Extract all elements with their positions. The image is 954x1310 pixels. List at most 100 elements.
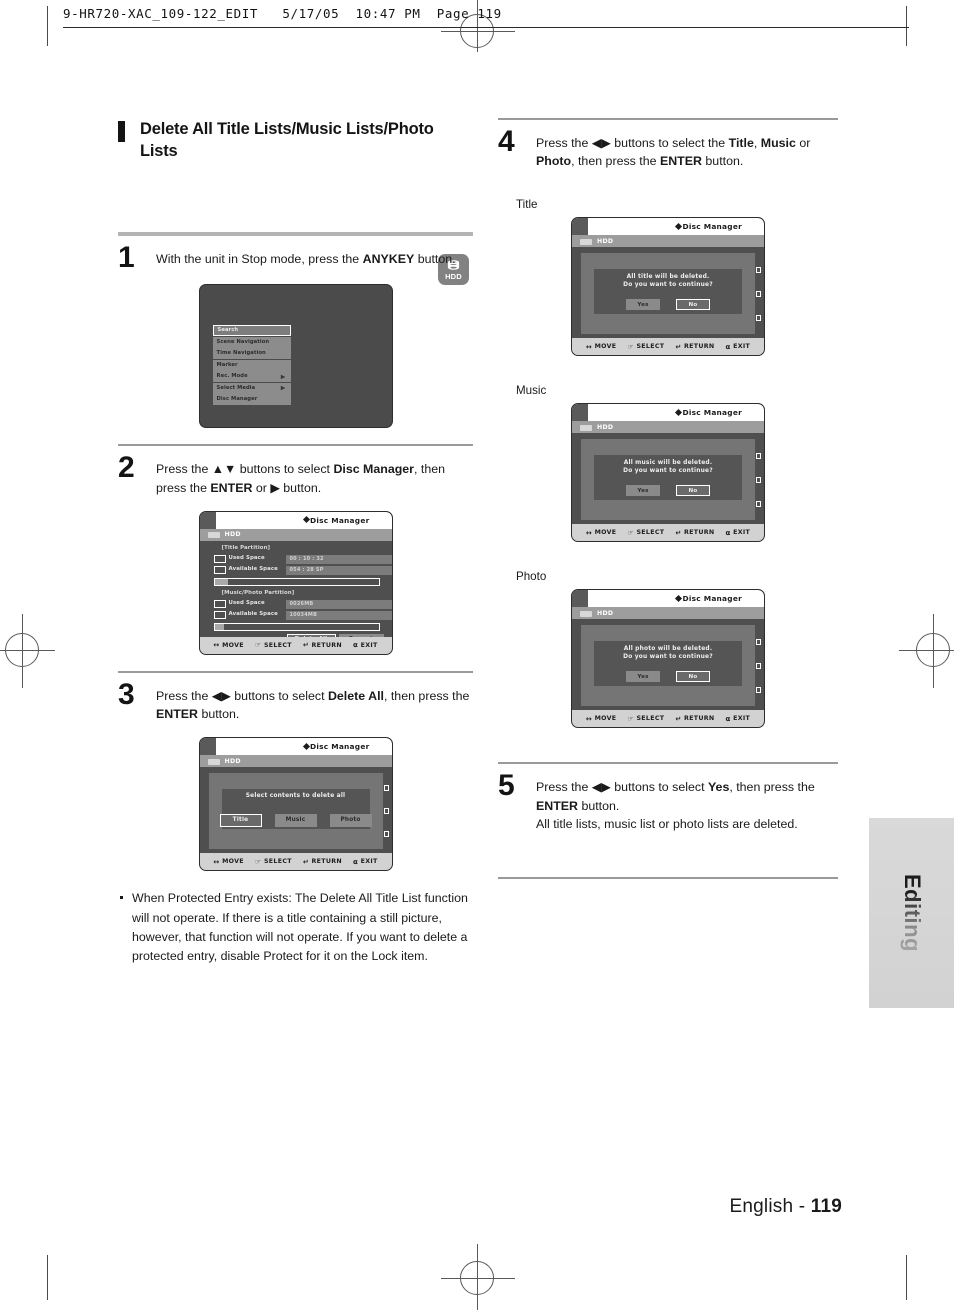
step-4-text-d: Music [760, 136, 796, 150]
osd-source-bar: HDD [199, 755, 392, 768]
step-3: 3 Press the ◀▶ buttons to select Delete … [118, 679, 473, 723]
confirm-photo-no-button[interactable]: No [676, 671, 710, 683]
disc-manager-screenshot: Disc Manager HDD [Title Partition] Used … [198, 510, 393, 655]
menu-item-marker-label: Marker [216, 361, 238, 368]
confirm-photo-dialog: All photo will be deleted. Do you want t… [594, 641, 742, 687]
exit-icon: ⍺ [353, 641, 359, 650]
section-heading: Delete All Title Lists/Music Lists/Photo… [118, 118, 473, 162]
osd-source-bar: HDD [572, 235, 764, 248]
media-available-space-label: Available Space [228, 611, 278, 618]
menu-item-rec-mode-label: Rec. Mode [216, 373, 248, 380]
step-3-number: 3 [118, 677, 135, 711]
footer-move: ↔ MOVE [213, 858, 244, 866]
confirm-photo-line1: All photo will be deleted. [623, 646, 713, 653]
select-contents-choices: Title Music Photo [219, 813, 372, 827]
scroll-tick [756, 453, 761, 460]
step-5: 5 Press the ◀▶ buttons to select Yes, th… [498, 771, 838, 833]
right-column: 4 Press the ◀▶ buttons to select the Tit… [498, 118, 838, 893]
menu-item-marker[interactable]: Marker [212, 359, 291, 371]
step-5-text: Press the ◀▶ buttons to select Yes, then… [536, 778, 838, 833]
step-4-number: 4 [498, 125, 515, 158]
media-partition-gauge [213, 622, 380, 631]
menu-item-disc-manager[interactable]: Disc Manager [212, 394, 291, 406]
diamond-icon [302, 516, 310, 524]
diamond-icon [674, 408, 683, 417]
choice-title-button[interactable]: Title [219, 813, 262, 827]
confirm-title-yes-button[interactable]: Yes [626, 299, 660, 311]
step-5-text-c: , then press the [729, 780, 815, 795]
footer-select-label: SELECT [636, 529, 665, 537]
confirm-music-no-label: No [688, 487, 698, 494]
footer-return-label: RETURN [311, 858, 342, 866]
return-icon: ↵ [675, 528, 682, 537]
crop-mark-top-right [906, 6, 907, 46]
menu-item-search[interactable]: Search [212, 325, 291, 337]
footer-exit: ⍺ EXIT [726, 715, 751, 723]
title-used-space-row: Used Space 00 : 10 : 32 [213, 554, 392, 564]
menu-item-time-navigation[interactable]: Time Navigation [212, 348, 291, 360]
confirm-photo-yes-button[interactable]: Yes [626, 671, 660, 683]
step-2: 2 Press the ▲▼ buttons to select Disc Ma… [118, 453, 473, 496]
legend-swatch-used [213, 599, 226, 608]
step-4: 4 Press the ◀▶ buttons to select the Tit… [498, 127, 838, 170]
confirm-music-no-button[interactable]: No [676, 485, 710, 497]
step-1-text-b: ANYKEY [362, 252, 415, 267]
select-icon: ☞ [627, 528, 634, 537]
footer-exit: ⍺ EXIT [353, 858, 378, 866]
media-available-space-value: 10034MB [285, 610, 392, 620]
footer-exit-label: EXIT [360, 858, 378, 866]
confirm-music-yes-button[interactable]: Yes [626, 485, 660, 497]
footer-return: ↵ RETURN [303, 858, 342, 866]
footer-exit-label: EXIT [733, 715, 751, 723]
disc-manager-body: [Title Partition] Used Space 00 : 10 : 3… [199, 540, 392, 645]
footer-move: ↔ MOVE [586, 715, 617, 723]
media-partition-heading: [Music/Photo Partition] [221, 589, 295, 596]
footer-exit: ⍺ EXIT [726, 529, 751, 537]
osd-title: Disc Manager [309, 742, 370, 752]
diamond-icon [302, 742, 310, 750]
choice-photo-button[interactable]: Photo [329, 813, 372, 827]
osd-titlebar: Disc Manager [199, 738, 392, 756]
print-header-text: 9-HR720-XAC_109-122_EDIT 5/17/05 10:47 P… [63, 6, 502, 21]
legend-swatch-available [213, 610, 226, 619]
scroll-tick [383, 831, 389, 838]
osd-source-bar: HDD [572, 421, 764, 434]
confirm-music-line1: All music will be deleted. [623, 460, 713, 467]
menu-item-rec-mode[interactable]: Rec. Mode ▶ [212, 371, 291, 383]
step-2-number: 2 [118, 451, 135, 485]
menu-item-search-label: Search [217, 327, 239, 334]
step-2-text: Press the ▲▼ buttons to select Disc Mana… [156, 460, 473, 496]
footer-move-label: MOVE [594, 715, 617, 723]
step-1-text-a: With the unit in Stop mode, press the [156, 252, 363, 267]
step-1-text-c: button. [414, 252, 456, 267]
scroll-tick [756, 477, 761, 484]
confirm-title-body: All title will be deleted. Do you want t… [572, 247, 764, 339]
media-available-space-row: Available Space 10034MB [213, 610, 392, 620]
title-partition-gauge [213, 577, 380, 586]
confirm-music-block: Music Disc Manager HDD All music will be… [498, 384, 838, 543]
menu-item-scene-navigation[interactable]: Scene Navigation [212, 336, 291, 348]
confirm-title-no-button[interactable]: No [676, 299, 710, 311]
osd-titlebar-notch [572, 590, 588, 608]
choice-music-button[interactable]: Music [274, 813, 317, 827]
osd-footer-bar: ↔ MOVE ☞ SELECT ↵ RETURN ⍺ EXIT [199, 636, 392, 654]
crop-mark-top-left [47, 6, 48, 46]
confirm-photo-buttons: Yes No [626, 671, 710, 683]
step-5-text-a: Press the ◀▶ buttons to select [536, 780, 708, 795]
footer-select: ☞ SELECT [255, 858, 292, 866]
footer-move: ↔ MOVE [213, 641, 244, 649]
osd-titlebar: Disc Manager [572, 404, 764, 422]
footer-select-label: SELECT [263, 641, 292, 649]
confirm-music-line2: Do you want to continue? [623, 468, 713, 475]
exit-icon: ⍺ [353, 857, 359, 866]
footer-exit: ⍺ EXIT [726, 343, 751, 351]
confirm-photo-screenshot: Disc Manager HDD All photo will be delet… [571, 589, 765, 729]
confirm-title-dialog: All title will be deleted. Do you want t… [594, 269, 742, 315]
osd-titlebar: Disc Manager [572, 590, 764, 608]
menu-item-select-media[interactable]: Select Media ▶ [212, 382, 291, 394]
step-4-text-g: , then press the [571, 154, 660, 169]
confirm-music-body: All music will be deleted. Do you want t… [572, 433, 764, 525]
step-3-text-e: button. [198, 707, 240, 722]
hdd-icon-label: HDD [445, 271, 462, 281]
title-available-space-value: 054 : 28 SP [285, 565, 392, 575]
